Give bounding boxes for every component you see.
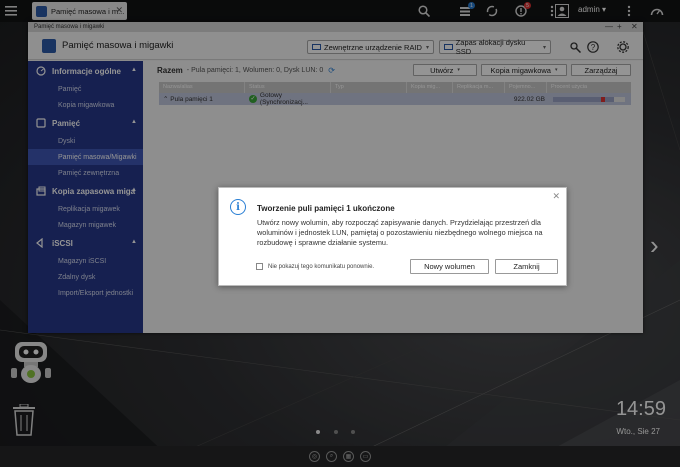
new-volume-button[interactable]: Nowy wolumen xyxy=(410,259,489,274)
dont-show-again-checkbox[interactable]: Nie pokazuj tego komunikatu ponownie. xyxy=(256,263,374,270)
checkbox-label: Nie pokazuj tego komunikatu ponownie. xyxy=(268,263,375,270)
dialog-title: Tworzenie puli pamięci 1 ukończone xyxy=(257,204,395,213)
pool-created-dialog: i Tworzenie puli pamięci 1 ukończone Utw… xyxy=(218,187,567,286)
dialog-message: Utwórz nowy wolumin, aby rozpocząć zapis… xyxy=(257,218,543,247)
close-button[interactable]: Zamknij xyxy=(495,259,558,274)
checkbox-box[interactable] xyxy=(256,263,263,270)
dialog-close-icon[interactable]: ✕ xyxy=(552,191,560,202)
info-icon: i xyxy=(230,199,246,215)
